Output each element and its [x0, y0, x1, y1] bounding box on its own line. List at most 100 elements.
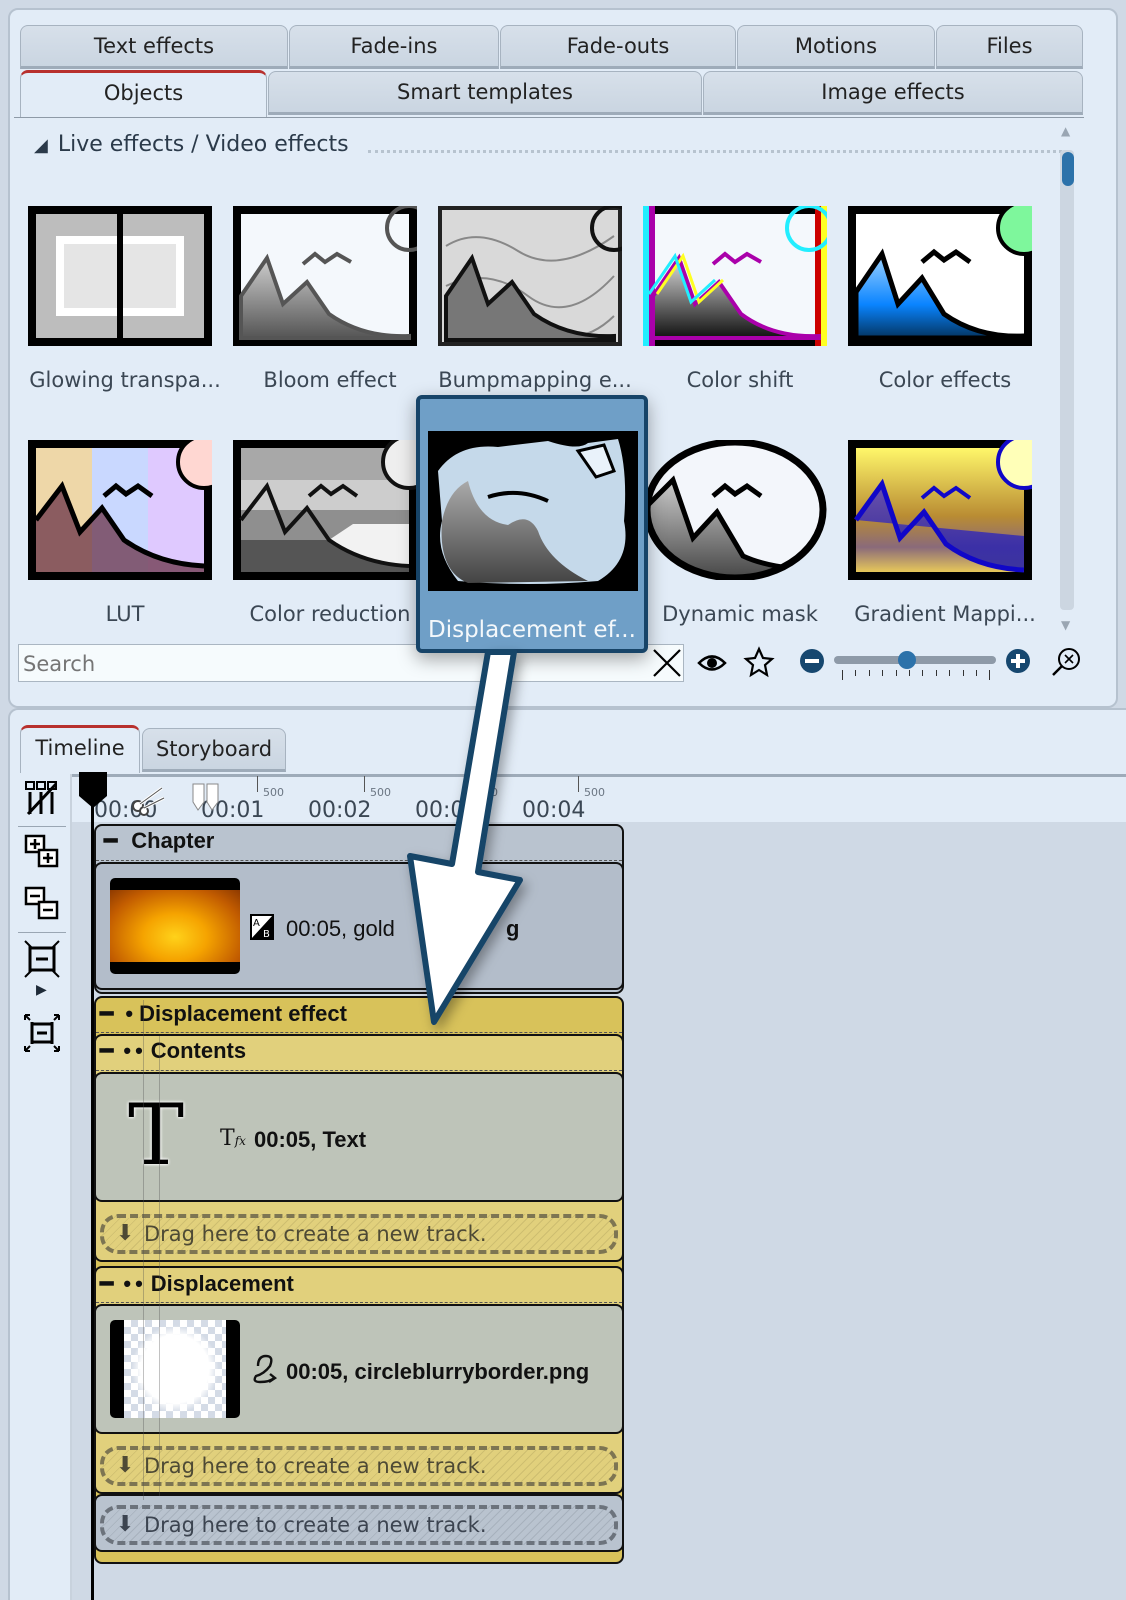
effect-tile[interactable]: Gradient Mappi...: [840, 434, 1040, 634]
collapse-all-button[interactable]: [24, 886, 60, 926]
color-reduction-thumb: [233, 440, 417, 580]
effect-tile[interactable]: Bloom effect: [225, 200, 425, 400]
ruler-minor-label: 500: [584, 786, 605, 799]
tab-fade-outs[interactable]: Fade-outs: [500, 25, 736, 69]
favorites-button[interactable]: [743, 646, 775, 682]
chapter-header[interactable]: ━ Chapter: [104, 828, 214, 854]
clip-thumbnail: [110, 1320, 240, 1418]
effect-label: Glowing transpa...: [29, 368, 221, 392]
ruler-marks: 00:0000:0150000:0250000:0350000:04500: [72, 774, 1126, 823]
effect-tile[interactable]: Color shift: [635, 200, 835, 400]
ruler-minor-label: 500: [263, 786, 284, 799]
tab-storyboard[interactable]: Storyboard: [142, 728, 286, 772]
slider-tick: [935, 670, 937, 676]
drop-zone-chapter[interactable]: ⬇ Drag here to create a new track.: [100, 1505, 618, 1545]
shrink-tracks-button[interactable]: [24, 940, 60, 984]
guide-line: [143, 1000, 144, 1500]
scroll-up-icon[interactable]: ▲: [1061, 124, 1070, 138]
tab-image-effects[interactable]: Image effects: [703, 71, 1083, 115]
plus-circle-icon: [1006, 649, 1030, 673]
slider-tick: [909, 670, 910, 676]
eye-icon: [697, 655, 727, 671]
slider-tick: [976, 670, 977, 676]
contents-title: Contents: [150, 1038, 247, 1063]
scissors-icon: [132, 786, 165, 816]
tab-fade-ins[interactable]: Fade-ins: [289, 25, 499, 69]
circle-blur-image: [124, 1320, 226, 1418]
shrink-tracks-icon: [24, 940, 60, 978]
collapse-minus-icon[interactable]: ━: [100, 1001, 113, 1026]
clear-search-button[interactable]: [650, 646, 684, 680]
show-tracks-button[interactable]: [24, 780, 60, 820]
effect-tile[interactable]: Color reduction: [225, 434, 425, 634]
scrollbar-thumb[interactable]: [1062, 152, 1074, 186]
collapse-minus-icon[interactable]: ━: [104, 828, 117, 853]
color-shift-thumb: [643, 206, 827, 346]
scrollbar-track[interactable]: [1060, 150, 1074, 610]
tab-text-effects[interactable]: Text effects: [20, 25, 288, 69]
drop-zone-displacement[interactable]: ⬇ Drag here to create a new track.: [100, 1446, 618, 1486]
section-header[interactable]: ◢ Live effects / Video effects: [34, 132, 349, 157]
range-marker-icon: [192, 783, 219, 811]
effect-tile[interactable]: Color effects: [840, 200, 1040, 400]
ruler-time-label: 00:02: [308, 798, 372, 823]
track-divider: [96, 1302, 622, 1303]
range-marker[interactable]: [190, 782, 222, 816]
effect-label: Color reduction: [249, 602, 411, 626]
guide-line: [159, 1036, 160, 1496]
slider-tick: [895, 670, 897, 676]
displacement-header[interactable]: ━ • • Displacement: [100, 1271, 294, 1297]
tab-objects[interactable]: Objects: [20, 70, 267, 118]
section-divider: [368, 150, 1068, 153]
effect-label: Dynamic mask: [662, 602, 818, 626]
lut-thumb: [28, 440, 212, 580]
clip-thumbnail: [110, 878, 240, 974]
displacement-clip-label: 00:05, circleblurryborder.png: [286, 1359, 590, 1384]
effect-group-title: Displacement effect: [139, 1001, 347, 1026]
motion-path-icon: [250, 1352, 278, 1390]
zoom-out-button[interactable]: [799, 648, 825, 678]
effect-group-header[interactable]: ━ • Displacement effect: [100, 1001, 347, 1027]
golden-background-image: [110, 890, 240, 962]
scroll-down-icon[interactable]: ▼: [1061, 618, 1070, 632]
effect-tile[interactable]: Glowing transpa...: [20, 200, 221, 400]
transition-ab-icon: AB: [250, 914, 274, 944]
tab-files[interactable]: Files: [936, 25, 1083, 69]
zoom-fit-button[interactable]: [1050, 646, 1082, 682]
effect-tile[interactable]: Dynamic mask: [635, 434, 835, 634]
text-effect-icon: Tfx: [220, 1126, 246, 1151]
effect-label: Color shift: [686, 368, 794, 392]
zoom-slider-thumb[interactable]: [897, 651, 916, 669]
collapse-minus-icon[interactable]: ━: [100, 1038, 113, 1063]
bumpmapping-thumb: [438, 206, 622, 346]
drop-zone-contents[interactable]: ⬇ Drag here to create a new track.: [100, 1214, 618, 1254]
effect-label: Color effects: [878, 368, 1012, 392]
expand-tracks-icon: [24, 1014, 60, 1052]
drop-zone-label: Drag here to create a new track.: [144, 1513, 487, 1537]
collapse-all-icon: [24, 886, 59, 920]
expand-arrow-icon[interactable]: ▶: [36, 982, 47, 998]
expand-all-button[interactable]: [24, 834, 60, 874]
effect-tile[interactable]: Bumpmapping e...: [430, 200, 632, 400]
text-clip-label: 00:05, Text: [254, 1127, 367, 1152]
tab-motions[interactable]: Motions: [737, 25, 935, 69]
glow-transparency-thumb: [28, 206, 212, 346]
tab-smart-templates[interactable]: Smart templates: [268, 71, 702, 115]
section-title: Live effects / Video effects: [57, 132, 349, 157]
effect-label: Bloom effect: [263, 368, 397, 392]
slider-tick: [855, 670, 857, 676]
dynamic-mask-thumb: [643, 440, 827, 580]
preview-button[interactable]: [696, 648, 728, 682]
tab-timeline[interactable]: Timeline: [20, 725, 140, 773]
svg-text:A: A: [253, 918, 260, 929]
zoom-in-button[interactable]: [1005, 648, 1031, 678]
collapse-triangle-icon[interactable]: ◢: [34, 135, 48, 156]
dragged-effect-tile[interactable]: Displacement ef...: [416, 395, 648, 653]
cut-marker[interactable]: [130, 784, 166, 820]
expand-tracks-button[interactable]: [24, 1014, 60, 1056]
contents-header[interactable]: ━ • • Contents: [100, 1038, 246, 1064]
effect-tile[interactable]: LUT: [20, 434, 220, 634]
slider-tick: [962, 670, 964, 676]
text-clip-thumbnail: T: [128, 1086, 185, 1184]
collapse-minus-icon[interactable]: ━: [100, 1271, 113, 1296]
